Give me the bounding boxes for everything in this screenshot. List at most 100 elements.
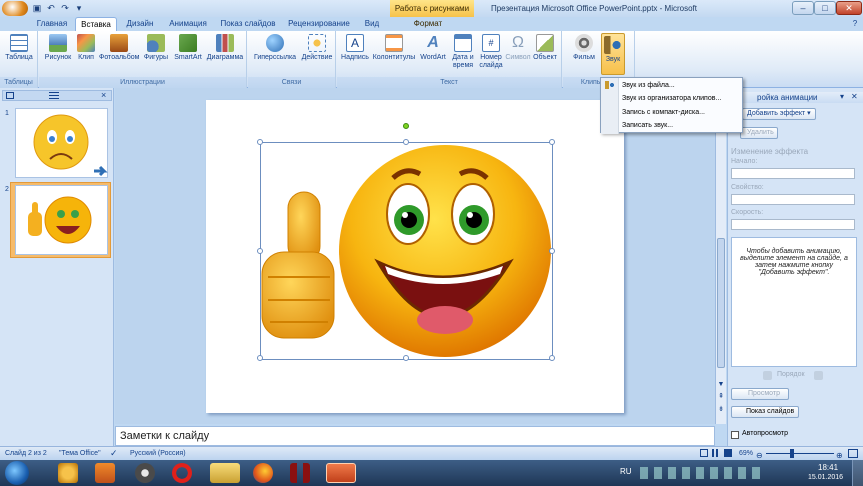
textbox-button[interactable]: A Надпись xyxy=(339,34,371,62)
wordart-button[interactable]: A WordArt xyxy=(417,34,449,62)
slideshow-view-icon[interactable] xyxy=(724,449,732,457)
slide-number-button[interactable]: # Номер слайда xyxy=(477,34,505,70)
close-panel-icon[interactable]: × xyxy=(101,90,106,100)
tab-review[interactable]: Рецензирование xyxy=(285,17,353,31)
property-select[interactable] xyxy=(731,194,855,205)
clock-date[interactable]: 15.01.2016 xyxy=(808,474,843,481)
chart-button[interactable]: Диаграмма xyxy=(205,34,245,62)
minimize-button[interactable]: – xyxy=(792,1,814,15)
theme-name[interactable]: "Тема Office" xyxy=(59,447,101,460)
taskbar-explorer-icon[interactable] xyxy=(210,463,240,483)
fit-to-window-icon[interactable] xyxy=(848,449,858,458)
resize-handle-nw[interactable] xyxy=(257,139,263,145)
tab-home[interactable]: Главная xyxy=(32,17,72,31)
taskbar-app-3-icon[interactable] xyxy=(135,463,155,483)
tab-slideshow[interactable]: Показ слайдов xyxy=(218,17,278,31)
shapes-button[interactable]: Фигуры xyxy=(140,34,172,62)
sound-button[interactable]: Звук xyxy=(601,33,625,75)
customize-quick-access-icon[interactable]: ▾ xyxy=(74,3,84,13)
slide-thumbnail-1[interactable] xyxy=(15,108,108,178)
remove-button[interactable]: Удалить xyxy=(740,127,778,139)
move-up-icon[interactable] xyxy=(763,371,772,380)
slide-thumbnail-2[interactable] xyxy=(15,185,108,255)
resize-handle-sw[interactable] xyxy=(257,355,263,361)
menu-item-record-sound[interactable]: Записать звук... xyxy=(622,121,673,131)
zoom-level[interactable]: 69% xyxy=(739,447,753,460)
tab-design[interactable]: Дизайн xyxy=(122,17,158,31)
pane-options-icon[interactable]: ▾ xyxy=(840,92,844,101)
resize-handle-e[interactable] xyxy=(549,248,555,254)
resize-handle-w[interactable] xyxy=(257,248,263,254)
taskbar-opera-icon[interactable] xyxy=(172,463,192,483)
object-button[interactable]: Объект xyxy=(531,34,559,62)
taskbar-powerpoint-icon[interactable] xyxy=(326,463,356,483)
move-down-icon[interactable] xyxy=(814,371,823,380)
resize-handle-se[interactable] xyxy=(549,355,555,361)
preview-button[interactable]: Просмотр xyxy=(731,388,789,400)
start-button[interactable] xyxy=(5,461,29,485)
tab-insert[interactable]: Вставка xyxy=(75,17,117,31)
scroll-thumb[interactable] xyxy=(717,238,725,368)
office-button[interactable] xyxy=(2,1,28,16)
header-footer-button[interactable]: Колонтитулы xyxy=(371,34,417,62)
maximize-button[interactable]: □ xyxy=(814,1,836,15)
menu-item-cd-audio[interactable]: Запись с компакт-диска... xyxy=(622,108,705,118)
scroll-down-icon[interactable]: ▼ xyxy=(717,381,725,389)
calendar-icon xyxy=(454,34,472,52)
taskbar-app-7-icon[interactable] xyxy=(290,463,310,483)
vertical-scrollbar[interactable]: ▲ ▼ ⇞ ⇟ xyxy=(715,88,726,424)
picture-button[interactable]: Рисунок xyxy=(41,34,75,62)
show-desktop-button[interactable] xyxy=(852,460,863,486)
slideshow-button[interactable]: Показ слайдов xyxy=(731,406,799,418)
redo-icon[interactable]: ↷ xyxy=(60,3,70,13)
tab-animation[interactable]: Анимация xyxy=(163,17,213,31)
smartart-button[interactable]: SmartArt xyxy=(172,34,204,62)
resize-handle-s[interactable] xyxy=(403,355,409,361)
pane-close-icon[interactable]: ✕ xyxy=(851,92,858,101)
notes-field[interactable]: Заметки к слайду xyxy=(115,426,715,446)
action-button[interactable]: Действие xyxy=(300,34,334,62)
help-icon[interactable]: ? xyxy=(850,17,860,31)
language-indicator[interactable]: Русский (Россия) xyxy=(130,447,186,460)
resize-handle-ne[interactable] xyxy=(549,139,555,145)
movie-button[interactable]: Фильм xyxy=(569,34,599,62)
next-slide-icon[interactable]: ⇟ xyxy=(717,406,725,414)
spellcheck-icon[interactable]: ✓ xyxy=(110,447,118,460)
system-tray-icons[interactable] xyxy=(640,467,760,479)
hyperlink-button[interactable]: Гиперссылка xyxy=(250,34,300,62)
rotate-handle[interactable] xyxy=(403,123,409,129)
undo-icon[interactable]: ↶ xyxy=(46,3,56,13)
symbol-label: Символ xyxy=(505,54,531,61)
group-label-tables: Таблицы xyxy=(0,77,37,88)
picture-selection-frame[interactable] xyxy=(257,123,555,361)
clipart-button[interactable]: Клип xyxy=(75,34,97,62)
menu-item-sound-from-organizer[interactable]: Звук из организатора клипов... xyxy=(622,94,721,104)
zoom-slider-track[interactable] xyxy=(766,453,834,454)
taskbar-media-player-icon[interactable] xyxy=(95,463,115,483)
close-button[interactable]: ✕ xyxy=(836,1,862,15)
tab-view[interactable]: Вид xyxy=(360,17,384,31)
slide-sorter-icon[interactable] xyxy=(712,449,720,457)
menu-item-sound-from-file[interactable]: Звук из файла... xyxy=(622,81,675,91)
autopreview-checkbox[interactable] xyxy=(731,431,739,439)
input-language-indicator[interactable]: RU xyxy=(620,467,632,476)
resize-handle-n[interactable] xyxy=(403,139,409,145)
symbol-button[interactable]: Ω Символ xyxy=(505,34,531,62)
zoom-slider-thumb[interactable] xyxy=(790,449,794,458)
previous-slide-icon[interactable]: ⇞ xyxy=(717,393,725,401)
clock-time[interactable]: 18:41 xyxy=(818,463,838,472)
outline-tab-icon[interactable] xyxy=(49,92,59,99)
speed-select[interactable] xyxy=(731,219,855,230)
save-icon[interactable]: ▣ xyxy=(32,3,42,13)
taskbar-app-1-icon[interactable] xyxy=(58,463,78,483)
photo-album-button[interactable]: Фотоальбом xyxy=(99,34,139,62)
slides-tab-icon[interactable] xyxy=(6,92,14,99)
tab-format[interactable]: Формат xyxy=(408,17,448,31)
add-effect-button[interactable]: Добавить эффект ▾ xyxy=(742,108,816,120)
start-select[interactable] xyxy=(731,168,855,179)
table-label: Таблица xyxy=(5,54,33,61)
normal-view-icon[interactable] xyxy=(700,449,708,457)
table-button[interactable]: Таблица xyxy=(3,34,35,62)
taskbar-firefox-icon[interactable] xyxy=(253,463,273,483)
date-time-button[interactable]: Дата и время xyxy=(449,34,477,70)
